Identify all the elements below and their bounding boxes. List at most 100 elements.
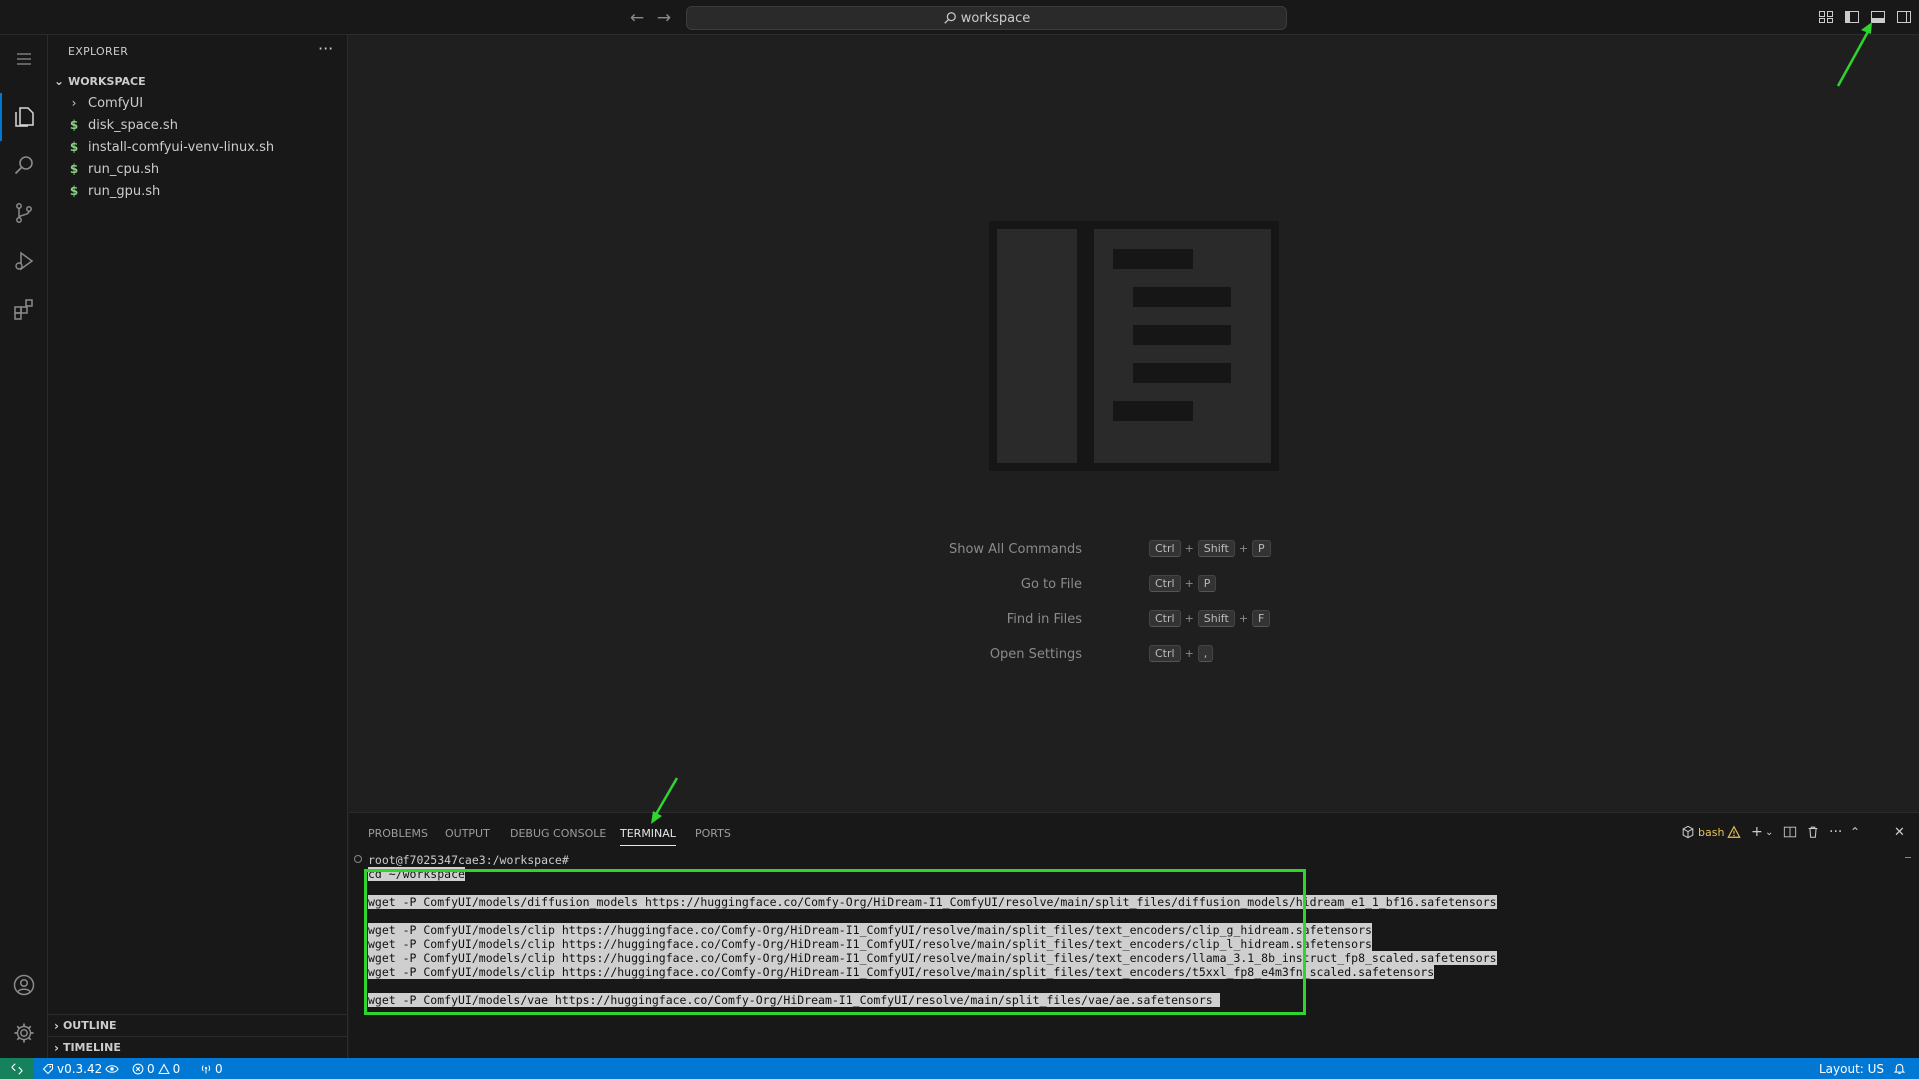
key-cap: Ctrl bbox=[1149, 575, 1181, 592]
run-debug-icon[interactable] bbox=[0, 237, 48, 285]
tree-item-comfyui[interactable]: › ComfyUI bbox=[48, 92, 348, 114]
key-plus: + bbox=[1184, 577, 1194, 590]
key-cap: Shift bbox=[1197, 610, 1235, 627]
outline-label: OUTLINE bbox=[62, 1019, 117, 1032]
key-cap: Ctrl bbox=[1149, 610, 1181, 627]
chevron-down-icon: ⌄ bbox=[54, 74, 65, 88]
chevron-right-icon: › bbox=[71, 96, 77, 110]
command-center-search[interactable]: workspace bbox=[686, 6, 1287, 30]
tree-item-run-gpu[interactable]: $ run_gpu.sh bbox=[48, 180, 348, 202]
shell-file-icon: $ bbox=[69, 118, 79, 132]
toggle-primary-sidebar-icon[interactable] bbox=[1844, 9, 1862, 26]
ports-count: 0 bbox=[215, 1061, 223, 1076]
remote-icon bbox=[11, 1062, 23, 1075]
customize-layout-icon[interactable] bbox=[1818, 9, 1836, 26]
arrow-left-icon[interactable]: ← bbox=[626, 7, 648, 29]
error-icon bbox=[132, 1063, 144, 1074]
vscode-window: ← → workspace EXPLORER ··· ⌄ WORKSPACE ›… bbox=[0, 0, 1919, 1079]
key-cap: F bbox=[1252, 610, 1271, 627]
shortcut-keys: Ctrl + Shift + P bbox=[1149, 540, 1271, 557]
more-actions-icon[interactable]: ··· bbox=[318, 39, 333, 58]
tree-item-label: run_cpu.sh bbox=[88, 161, 160, 177]
status-bar: v0.3.42 0 0 0 Layout: US bbox=[0, 1058, 1919, 1079]
shortcut-show-all-commands[interactable]: Show All Commands Ctrl + Shift + P bbox=[349, 540, 1919, 560]
shell-file-icon: $ bbox=[69, 162, 79, 176]
tab-output[interactable]: OUTPUT bbox=[445, 826, 490, 846]
close-panel-icon[interactable]: ✕ bbox=[1894, 822, 1905, 842]
add-terminal-icon[interactable]: + bbox=[1751, 822, 1763, 842]
explorer-sidebar: EXPLORER ··· ⌄ WORKSPACE › ComfyUI $ dis… bbox=[48, 35, 348, 1058]
terminal-instance-bash[interactable]: bash bbox=[1681, 822, 1742, 842]
explorer-title: EXPLORER bbox=[68, 45, 129, 58]
timeline-label: TIMELINE bbox=[62, 1041, 121, 1054]
error-count: 0 bbox=[147, 1061, 155, 1076]
version-item[interactable]: v0.3.42 bbox=[42, 1060, 120, 1077]
remote-indicator[interactable] bbox=[0, 1058, 34, 1079]
tree-item-run-cpu[interactable]: $ run_cpu.sh bbox=[48, 158, 348, 180]
toggle-secondary-sidebar-icon[interactable] bbox=[1896, 9, 1914, 26]
terminal-scrollbar[interactable] bbox=[1905, 857, 1911, 863]
tree-item-label: ComfyUI bbox=[88, 95, 144, 111]
account-icon[interactable] bbox=[0, 961, 48, 1009]
version-text: v0.3.42 bbox=[57, 1061, 103, 1076]
chevron-right-icon: › bbox=[54, 1018, 59, 1033]
shortcut-open-settings[interactable]: Open Settings Ctrl + , bbox=[349, 645, 1919, 665]
maximize-panel-icon[interactable]: ⌃ bbox=[1850, 822, 1860, 842]
settings-gear-icon[interactable] bbox=[0, 1009, 48, 1057]
command-center-text: workspace bbox=[960, 10, 1031, 26]
workspace-section-header[interactable]: ⌄ WORKSPACE bbox=[48, 70, 348, 92]
tree-item-disk-space[interactable]: $ disk_space.sh bbox=[48, 114, 348, 136]
tree-item-label: disk_space.sh bbox=[88, 117, 178, 133]
more-actions-icon[interactable]: ··· bbox=[1829, 822, 1842, 842]
key-plus: + bbox=[1184, 612, 1194, 625]
workspace-label: WORKSPACE bbox=[68, 74, 146, 88]
key-cap: P bbox=[1252, 540, 1271, 557]
timeline-section-header[interactable]: › TIMELINE bbox=[48, 1036, 348, 1058]
broadcast-icon bbox=[201, 1064, 211, 1073]
trash-icon[interactable] bbox=[1806, 822, 1820, 842]
key-cap: Ctrl bbox=[1149, 645, 1181, 662]
key-plus: + bbox=[1184, 647, 1194, 660]
extensions-icon[interactable] bbox=[0, 285, 48, 333]
outline-section-header[interactable]: › OUTLINE bbox=[48, 1014, 348, 1036]
problems-item[interactable]: 0 0 bbox=[132, 1060, 180, 1077]
shortcut-keys: Ctrl + , bbox=[1149, 645, 1214, 662]
split-terminal-icon[interactable] bbox=[1783, 822, 1797, 842]
chevron-right-icon: › bbox=[54, 1040, 59, 1055]
terminal-output[interactable]: root@f7025347cae3:/workspace# cd ~/works… bbox=[349, 853, 1919, 1059]
tab-ports[interactable]: PORTS bbox=[695, 826, 731, 846]
tab-debug-console[interactable]: DEBUG CONSOLE bbox=[510, 826, 606, 846]
shortcut-find-in-files[interactable]: Find in Files Ctrl + Shift + F bbox=[349, 610, 1919, 630]
search-icon[interactable] bbox=[0, 141, 48, 189]
key-plus: + bbox=[1238, 542, 1249, 555]
keyboard-layout-item[interactable]: Layout: US bbox=[1819, 1060, 1884, 1077]
shortcut-label: Show All Commands bbox=[948, 542, 1082, 557]
tab-terminal[interactable]: TERMINAL bbox=[620, 826, 676, 846]
activity-bar bbox=[0, 35, 48, 1058]
ports-item[interactable]: 0 bbox=[200, 1060, 223, 1077]
eye-icon bbox=[105, 1064, 120, 1073]
menu-icon[interactable] bbox=[0, 35, 48, 83]
shell-file-icon: $ bbox=[69, 184, 79, 198]
arrow-right-icon[interactable]: → bbox=[653, 7, 675, 29]
toggle-panel-icon[interactable] bbox=[1870, 9, 1888, 26]
files-icon[interactable] bbox=[0, 93, 48, 141]
warning-count: 0 bbox=[172, 1061, 181, 1076]
vscode-watermark-icon bbox=[989, 221, 1279, 471]
tab-problems[interactable]: PROBLEMS bbox=[368, 826, 428, 846]
key-cap: Ctrl bbox=[1149, 540, 1181, 557]
shell-file-icon: $ bbox=[69, 140, 79, 154]
tree-item-install-script[interactable]: $ install-comfyui-venv-linux.sh bbox=[48, 136, 348, 158]
source-control-icon[interactable] bbox=[0, 189, 48, 237]
shortcut-label: Go to File bbox=[1020, 577, 1082, 592]
chevron-down-icon[interactable]: ⌄ bbox=[1765, 822, 1773, 842]
key-plus: + bbox=[1238, 612, 1249, 625]
key-cap: , bbox=[1197, 645, 1214, 662]
tree-item-label: run_gpu.sh bbox=[88, 183, 161, 199]
key-cap: P bbox=[1197, 575, 1217, 592]
notifications-bell-icon[interactable] bbox=[1893, 1060, 1906, 1077]
terminal-cube-icon bbox=[1682, 825, 1694, 839]
shortcut-label: Find in Files bbox=[1006, 612, 1082, 627]
shortcut-go-to-file[interactable]: Go to File Ctrl + P bbox=[349, 575, 1919, 595]
shortcut-keys: Ctrl + Shift + F bbox=[1149, 610, 1271, 627]
